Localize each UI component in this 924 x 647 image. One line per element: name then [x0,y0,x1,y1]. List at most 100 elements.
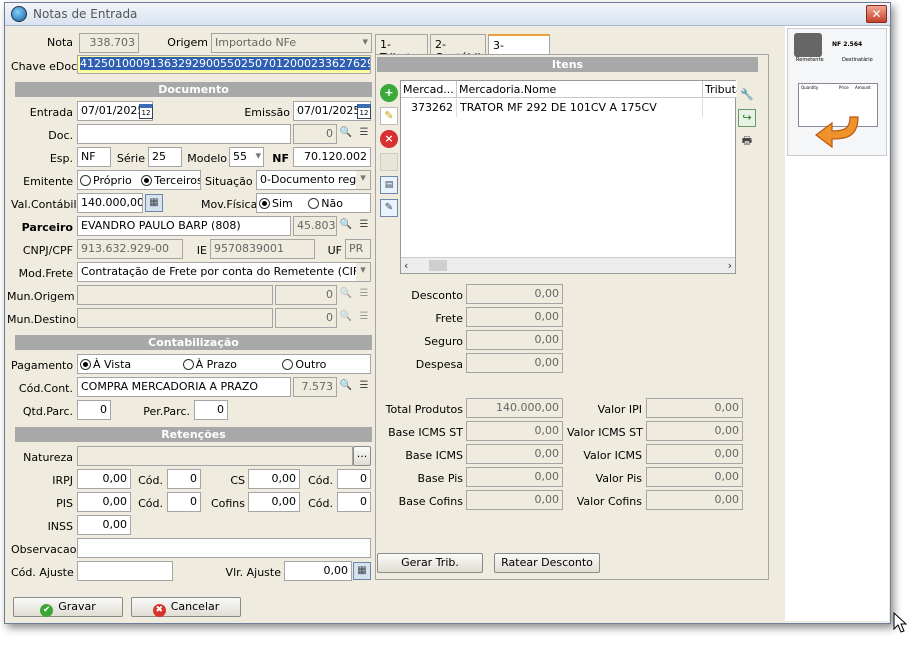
natureza-field [77,446,353,466]
calculator-icon[interactable]: ▦ [353,562,371,580]
scrollbar-thumb[interactable] [429,260,447,271]
search-icon[interactable]: 🔍 [337,125,355,143]
codcont-field[interactable]: COMPRA MERCADORIA A PRAZO [77,377,291,397]
calculator-icon[interactable]: ▦ [145,194,163,212]
emitente-proprio-radio[interactable]: Próprio [80,174,132,187]
calendar-icon[interactable]: 12 [139,104,153,119]
row-code: 373262 [401,99,457,117]
valorcofins-field: 0,00 [646,490,743,510]
chevron-right-icon[interactable]: › [728,259,732,272]
app-icon [11,6,27,22]
parceiro-field[interactable]: EVANDRO PAULO BARP (808) [77,216,291,236]
natureza-browse-button[interactable]: ... [353,446,371,466]
movfisica-sim-radio[interactable]: Sim [259,197,293,210]
search-icon[interactable]: 🔍 [337,217,355,235]
pagamento-aprazo-radio[interactable]: À Prazo [182,358,237,371]
cs-label: CS [230,474,245,487]
list-icon[interactable]: ☰ [355,286,373,304]
gerar-tributos-button[interactable]: Gerar Trib. [377,553,483,573]
qtdparc-field[interactable]: 0 [77,400,111,420]
edit-icon[interactable]: ✎ [380,107,398,125]
movfisica-label: Mov.Física [201,198,258,211]
search-icon[interactable]: 🔍 [337,309,355,327]
tab-produtos[interactable]: 3-Produtos [488,34,550,65]
retencoes-section-header: Retenções [15,427,372,442]
delete-icon[interactable]: × [380,130,398,148]
valcontabil-field[interactable]: 140.000,00 [77,193,143,213]
codajuste-field[interactable] [77,561,173,581]
col-header-mercadoria[interactable]: Mercad... [401,81,457,98]
pis-field[interactable]: 0,00 [77,492,131,512]
calendar-icon[interactable]: 12 [357,104,371,119]
col-header-tributa[interactable]: Tributa [703,81,737,98]
ie-field: 9570839001 [210,239,315,259]
cofins-label: Cofins [210,497,245,510]
ratear-desconto-button[interactable]: Ratear Desconto [494,553,600,573]
desconto-label: Desconto [411,289,463,302]
nota-field: 338.703 [79,33,139,53]
vlrajuste-label: Vlr. Ajuste [225,566,281,579]
vlrajuste-field[interactable]: 0,00 [284,561,352,581]
chave-field[interactable]: 4125010009136329290055025070120002336276… [77,55,371,74]
situacao-select[interactable]: 0-Documento regula ▾ [256,170,371,190]
chave-label: Chave eDoc [11,60,78,73]
search-icon[interactable]: 🔍 [337,378,355,396]
valoripi-field: 0,00 [646,398,743,418]
chevron-left-icon[interactable]: ‹ [404,259,408,272]
emitente-radio-group: Próprio Terceiros [77,170,201,190]
form-edit-icon[interactable]: ✎ [380,199,398,217]
modelo-select[interactable]: 55 ▾ [229,147,264,167]
cancelar-label: Cancelar [170,600,220,613]
cod-field[interactable]: 0 [337,469,371,489]
observacao-field[interactable] [77,538,371,558]
list-icon[interactable]: ☰ [355,217,373,235]
valorcofins-label: Valor Cofins [576,495,642,508]
export-icon[interactable]: ↪ [738,109,756,127]
close-button[interactable]: ✕ [866,5,887,23]
nf-field[interactable]: 70.120.002 [293,147,371,167]
baseicms-field: 0,00 [466,444,563,464]
horizontal-scrollbar[interactable]: ‹ › [401,257,735,273]
table-row[interactable]: 373262 TRATOR MF 292 DE 101CV A 175CV [401,99,735,117]
irpj-field[interactable]: 0,00 [77,469,131,489]
pagamento-avista-radio[interactable]: À Vista [80,358,131,371]
tab-contabil[interactable]: 2-Contábil [430,34,486,64]
table-icon[interactable]: ▤ [380,176,398,194]
add-icon[interactable]: + [380,84,398,102]
radio-icon [308,198,320,209]
despesa-field: 0,00 [466,353,563,373]
print-icon[interactable]: 🖶 [738,132,756,150]
blank-icon[interactable] [380,153,398,171]
baseicmsst-label: Base ICMS ST [388,426,463,439]
chevron-down-icon: ▾ [356,171,370,189]
doc-field[interactable] [77,124,291,144]
cod-field[interactable]: 0 [167,469,201,489]
gravar-button[interactable]: ✔ Gravar [13,597,123,617]
movfisica-nao-radio[interactable]: Não [308,197,343,210]
emitente-terceiros-radio[interactable]: Terceiros [141,174,200,187]
check-icon: ✔ [40,604,54,617]
valoricms-field: 0,00 [646,444,743,464]
esp-field[interactable]: NF [77,147,111,167]
cofins-field[interactable]: 0,00 [248,492,300,512]
search-icon[interactable]: 🔍 [337,286,355,304]
pagamento-outro-radio[interactable]: Outro [282,358,326,371]
cod-field[interactable]: 0 [167,492,201,512]
cs-field[interactable]: 0,00 [248,469,300,489]
tools-icon[interactable]: 🔧 [738,86,756,104]
col-header-nome[interactable]: Mercadoria.Nome [457,81,703,98]
origem-select[interactable]: Importado NFe ▾ [211,33,372,53]
list-icon[interactable]: ☰ [355,125,373,143]
origem-value: Importado NFe [215,36,297,49]
natureza-label: Natureza [23,451,73,464]
perparc-field[interactable]: 0 [194,400,228,420]
list-icon[interactable]: ☰ [355,378,373,396]
tab-tributos[interactable]: 1-Tributos [375,34,428,64]
cancelar-button[interactable]: ✖ Cancelar [131,597,241,617]
serie-field[interactable]: 25 [148,147,182,167]
situacao-value: 0-Documento regula [260,173,371,186]
inss-field[interactable]: 0,00 [77,515,131,535]
cod-field[interactable]: 0 [337,492,371,512]
list-icon[interactable]: ☰ [355,309,373,327]
modfrete-select[interactable]: Contratação de Frete por conta do Remete… [77,262,371,282]
